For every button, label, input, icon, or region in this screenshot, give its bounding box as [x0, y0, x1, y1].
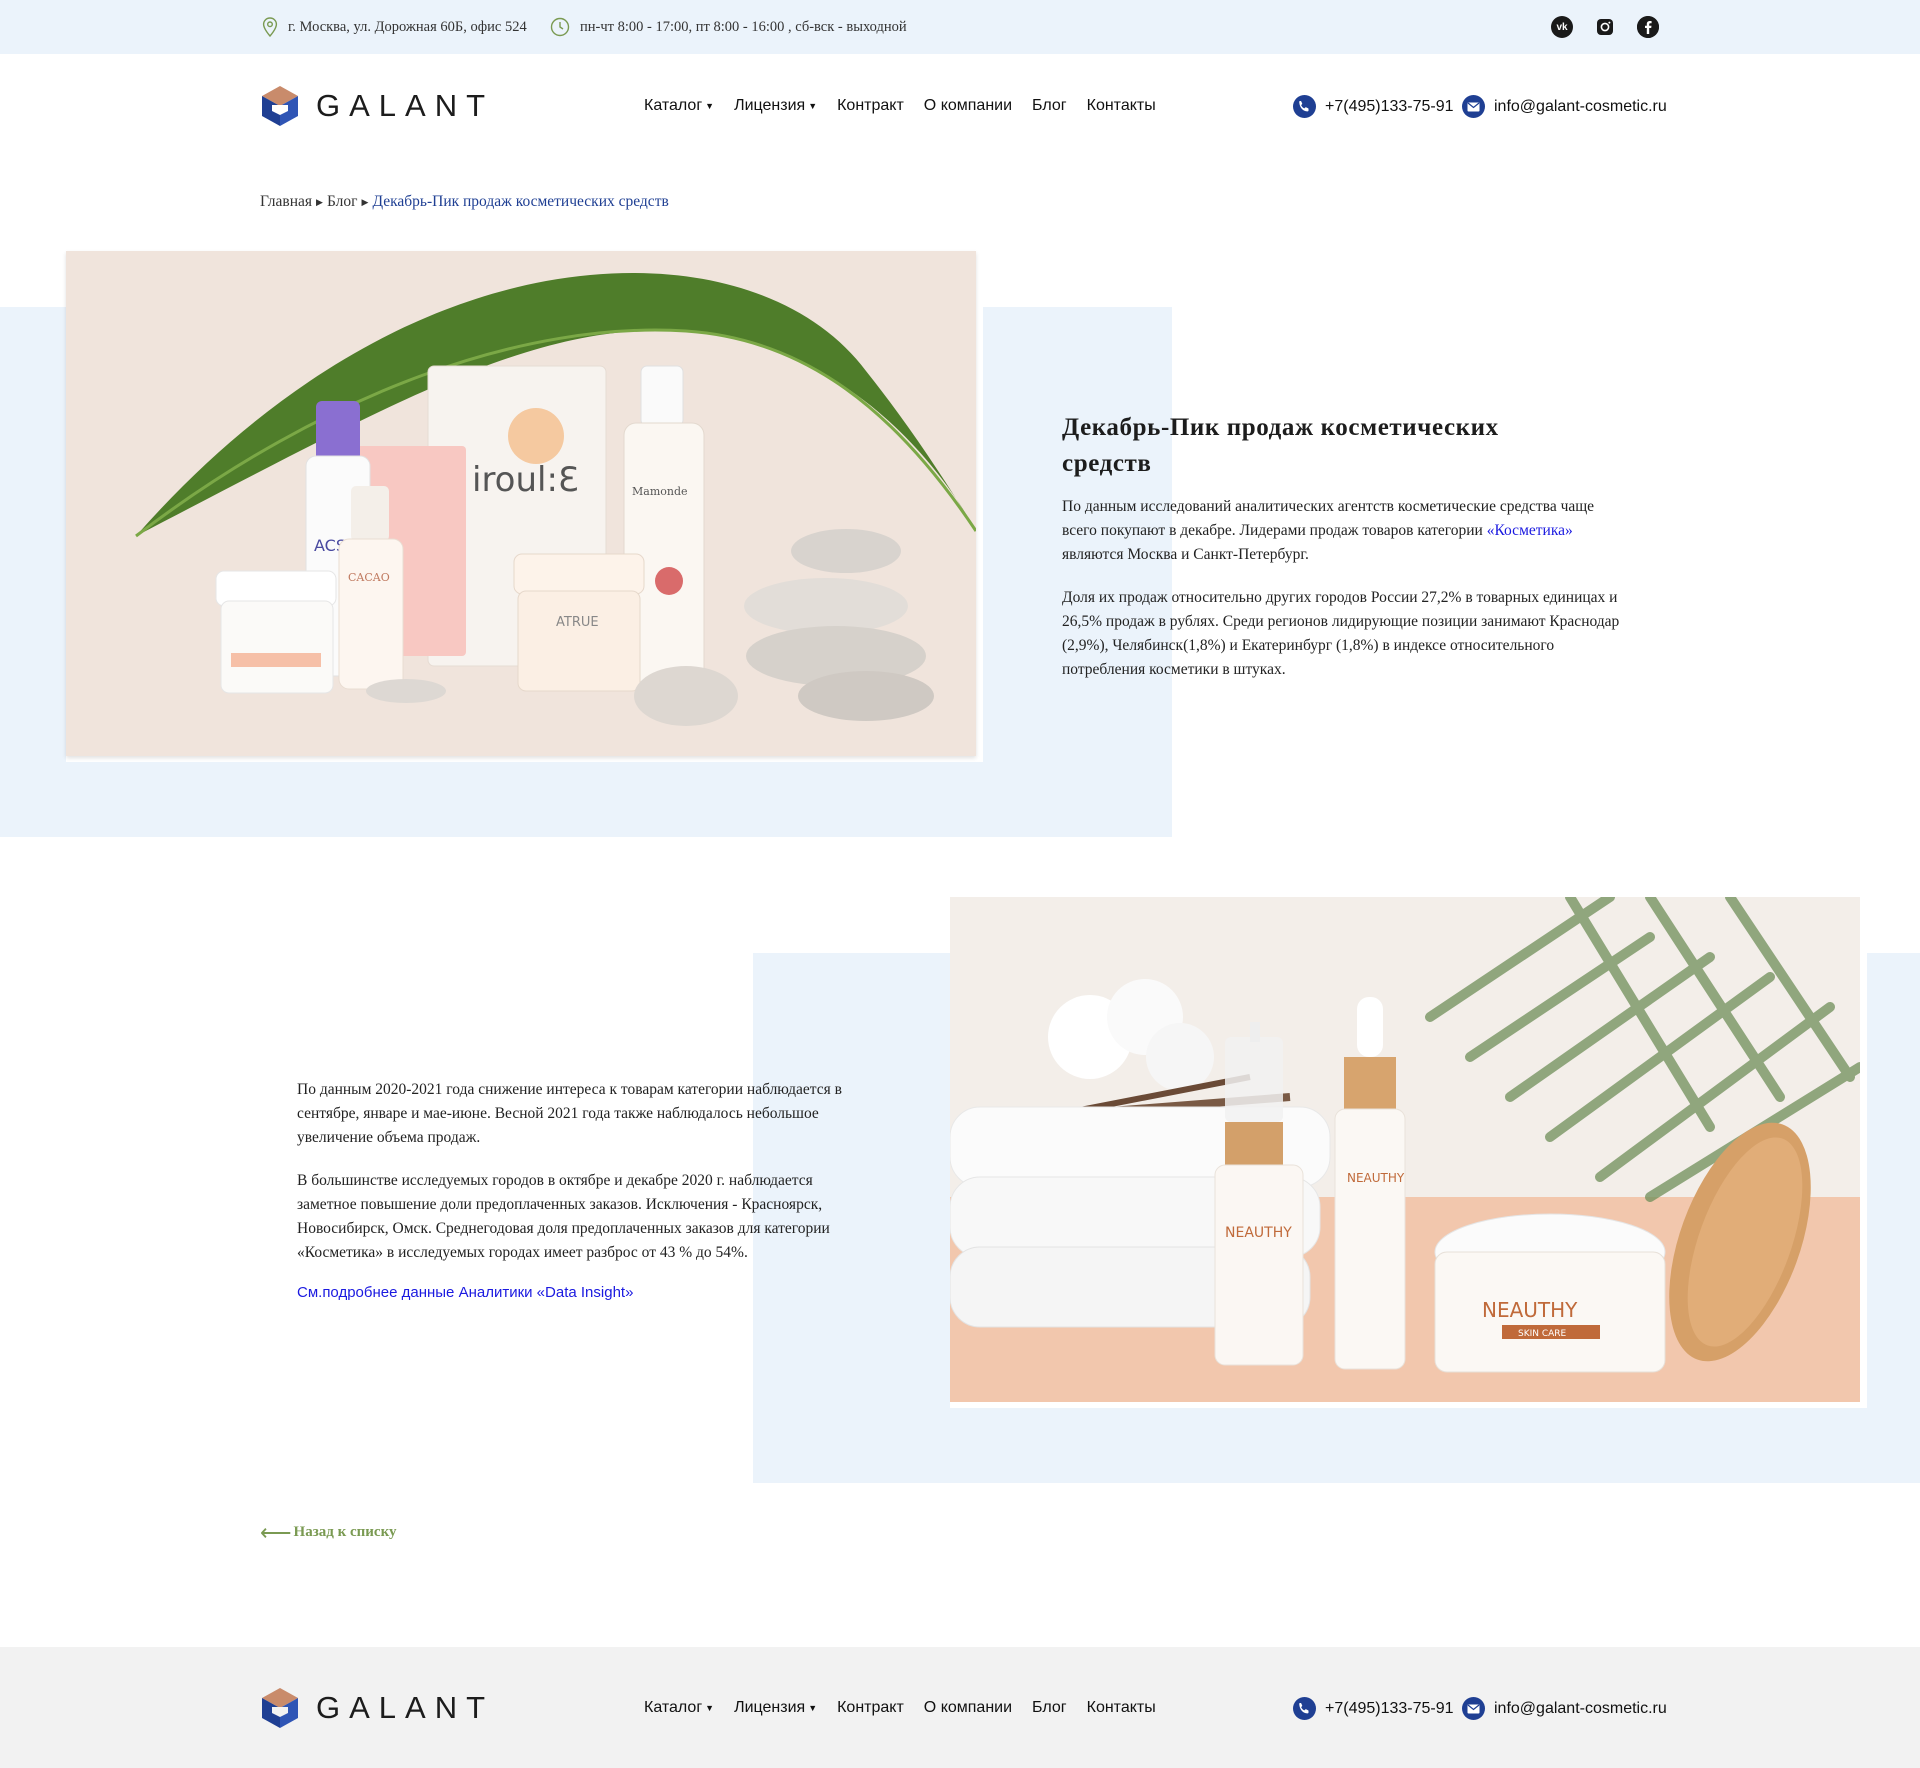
breadcrumb-current: Декабрь-Пик продаж косметических средств	[372, 193, 669, 210]
top-bar: г. Москва, ул. Дорожная 60Б, офис 524 пн…	[0, 0, 1920, 54]
footer-nav: Каталог ▼ Лицензия ▼ Контракт О компании Б…	[644, 1699, 1176, 1717]
logo-text: GALANT	[316, 1690, 495, 1725]
neauthy-label: NEAUTHY	[1482, 1298, 1578, 1322]
footer-email[interactable]: info@galant-cosmetic.ru	[1462, 1697, 1667, 1720]
header-email[interactable]: info@galant-cosmetic.ru	[1462, 95, 1667, 118]
email-address: info@galant-cosmetic.ru	[1494, 97, 1667, 115]
mamonde-label: Mamonde	[632, 485, 688, 498]
logo[interactable]: GALANT	[260, 85, 494, 127]
clock-icon	[550, 17, 570, 37]
footer-nav-item-contacts[interactable]: Контакты	[1087, 1699, 1156, 1717]
analytics-link[interactable]: См.подробнее данные Аналитики «Data Insi…	[297, 1284, 633, 1301]
footer-nav-item-catalog[interactable]: Каталог ▼	[644, 1699, 714, 1717]
neauthy-label: NEAUTHY	[1225, 1225, 1292, 1241]
galant-logo-icon	[262, 1688, 298, 1728]
working-hours: пн-чт 8:00 - 17:00, пт 8:00 - 16:00 , сб…	[550, 17, 907, 37]
chevron-down-icon: ▼	[808, 101, 818, 111]
phone-number: +7(495)133-75-91	[1325, 1699, 1454, 1717]
article-paragraph-4: В большинстве исследуемых городов в октя…	[297, 1172, 830, 1261]
location-pin-icon	[262, 17, 278, 37]
breadcrumb-separator-icon: ▶	[361, 196, 369, 207]
phone-icon	[1293, 95, 1316, 118]
address-text: г. Москва, ул. Дорожная 60Б, офис 524	[288, 18, 527, 35]
nav-item-contract[interactable]: Контракт	[837, 97, 904, 115]
mail-icon	[1462, 95, 1485, 118]
vk-icon[interactable]: vk	[1551, 16, 1573, 38]
hours-text: пн-чт 8:00 - 17:00, пт 8:00 - 16:00 , сб…	[580, 18, 907, 35]
breadcrumb-blog[interactable]: Блог	[327, 193, 358, 211]
footer-nav-item-blog[interactable]: Блог	[1032, 1699, 1067, 1717]
nav-item-blog[interactable]: Блог	[1032, 97, 1067, 115]
nav-item-catalog[interactable]: Каталог ▼	[644, 97, 714, 115]
instagram-icon[interactable]	[1594, 16, 1616, 38]
footer-phone[interactable]: +7(495)133-75-91	[1293, 1697, 1454, 1720]
article-paragraph-2: Доля их продаж относительно других город…	[1062, 589, 1620, 678]
email-address: info@galant-cosmetic.ru	[1494, 1699, 1667, 1717]
cacao-label: CACAO	[348, 571, 390, 584]
nav-item-license[interactable]: Лицензия ▼	[734, 97, 817, 115]
main-nav: Каталог ▼ Лицензия ▼ Контракт О компании Б…	[644, 97, 1176, 115]
chevron-down-icon: ▼	[705, 101, 715, 111]
nav-item-about[interactable]: О компании	[924, 97, 1012, 115]
breadcrumb: Главная ▶ Блог ▶ Декабрь-Пик продаж косм…	[260, 193, 669, 211]
header-phone[interactable]: +7(495)133-75-91	[1293, 95, 1454, 118]
skincare-products-image: NEAUTHY NEAUTHY NEAUTHY SKIN CARE	[950, 897, 1860, 1402]
nav-item-contacts[interactable]: Контакты	[1087, 97, 1156, 115]
cosmetics-category-link[interactable]: «Косметика»	[1487, 522, 1573, 539]
chevron-down-icon: ▼	[705, 1703, 715, 1713]
atrue-label: ATRUE	[556, 615, 599, 630]
iroul-label: iroul:Ɛ	[472, 460, 579, 500]
mail-icon	[1462, 1697, 1485, 1720]
footer-nav-item-license[interactable]: Лицензия ▼	[734, 1699, 817, 1717]
back-to-list-link[interactable]: ⟵ Назад к списку	[260, 1519, 397, 1545]
phone-number: +7(495)133-75-91	[1325, 97, 1454, 115]
arrow-left-icon: ⟵	[260, 1519, 292, 1545]
article-paragraph-3: По данным 2020-2021 года снижение интере…	[297, 1081, 842, 1146]
logo-text: GALANT	[316, 88, 495, 123]
breadcrumb-separator-icon: ▶	[316, 196, 323, 207]
footer-nav-item-contract[interactable]: Контракт	[837, 1699, 904, 1717]
article-title: Декабрь-Пик продаж косметических средств	[1062, 414, 1499, 477]
skin-care-label: SKIN CARE	[1518, 1329, 1567, 1339]
breadcrumb-home[interactable]: Главная	[260, 193, 312, 211]
neauthy-label: NEAUTHY	[1347, 1171, 1405, 1185]
facebook-icon[interactable]	[1637, 16, 1659, 38]
footer-nav-item-about[interactable]: О компании	[924, 1699, 1012, 1717]
phone-icon	[1293, 1697, 1316, 1720]
address: г. Москва, ул. Дорожная 60Б, офис 524	[262, 17, 527, 37]
footer-logo[interactable]: GALANT	[260, 1687, 494, 1729]
galant-logo-icon	[262, 86, 298, 126]
cosmetics-products-image: iroul:Ɛ ACS CACAO Mamonde ATRUE	[66, 251, 976, 756]
article-paragraph-1: По данным исследований аналитических аге…	[1062, 498, 1595, 563]
chevron-down-icon: ▼	[808, 1703, 818, 1713]
